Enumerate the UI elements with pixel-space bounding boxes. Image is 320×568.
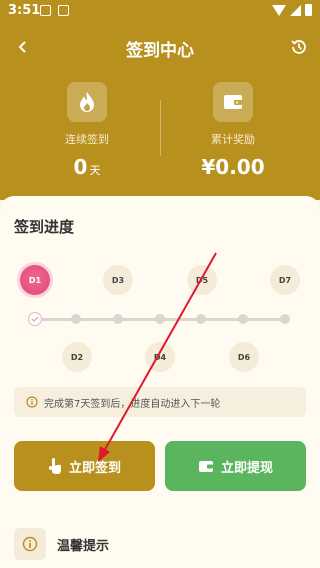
checkin-label: 立即签到 (68, 460, 121, 476)
tips-title: 温馨提示 (57, 538, 110, 554)
progress-dot (71, 314, 81, 324)
flame-icon (67, 82, 107, 122)
progress-title: 签到进度 (14, 218, 75, 236)
wallet-icon (198, 460, 213, 472)
history-button[interactable] (286, 34, 312, 60)
progress-dot (238, 314, 248, 324)
notification-icon (40, 5, 51, 16)
progress-dot (113, 314, 123, 324)
withdraw-label: 立即提现 (220, 460, 273, 476)
day-d2[interactable]: D2 (62, 342, 92, 372)
withdraw-button[interactable]: 立即提现 (165, 441, 306, 491)
day-d6[interactable]: D6 (229, 342, 259, 372)
day-d5[interactable]: D5 (187, 265, 217, 295)
tips-section[interactable]: 温馨提示 (14, 524, 306, 564)
progress-dot (280, 314, 290, 324)
reward-value: ¥0.00 (201, 155, 265, 179)
top-bar: 签到中心 (0, 30, 320, 64)
app-notification-icon (58, 5, 69, 16)
wifi-icon (272, 4, 286, 16)
info-icon (14, 528, 46, 560)
progress-dot (155, 314, 165, 324)
history-icon (291, 40, 306, 54)
day-d1[interactable]: D1 (20, 265, 50, 295)
battery-icon (305, 4, 312, 16)
streak-label: 连续签到 (65, 133, 109, 146)
status-time: 3:51 (8, 3, 41, 18)
wallet-icon (213, 82, 253, 122)
status-right-icons (272, 4, 312, 16)
progress-notice: 完成第7天签到后，进度自动进入下一轮 (14, 387, 306, 417)
progress-card: 签到进度 D1 D3 D5 D7 D2 D4 D6 完成第7天签到后，进度自动进… (0, 196, 320, 568)
day-d3[interactable]: D3 (103, 265, 133, 295)
progress-dot (196, 314, 206, 324)
day-d4[interactable]: D4 (145, 342, 175, 372)
streak-value: 0天 (73, 155, 101, 179)
current-progress-marker (28, 312, 42, 326)
page-title: 签到中心 (126, 41, 194, 61)
checkin-button[interactable]: 立即签到 (14, 441, 155, 491)
stats-divider (160, 100, 161, 156)
reward-stat: 累计奖励 ¥0.00 (168, 82, 298, 179)
day-d7[interactable]: D7 (270, 265, 300, 295)
info-icon (26, 396, 38, 408)
signal-icon (290, 4, 301, 16)
streak-stat: 连续签到 0天 (22, 82, 152, 179)
status-bar: 3:51 (0, 0, 320, 22)
reward-label: 累计奖励 (211, 133, 255, 146)
streak-unit: 天 (89, 164, 101, 177)
tap-hand-icon (48, 458, 61, 474)
check-icon (31, 316, 39, 322)
notice-text: 完成第7天签到后，进度自动进入下一轮 (44, 398, 221, 410)
